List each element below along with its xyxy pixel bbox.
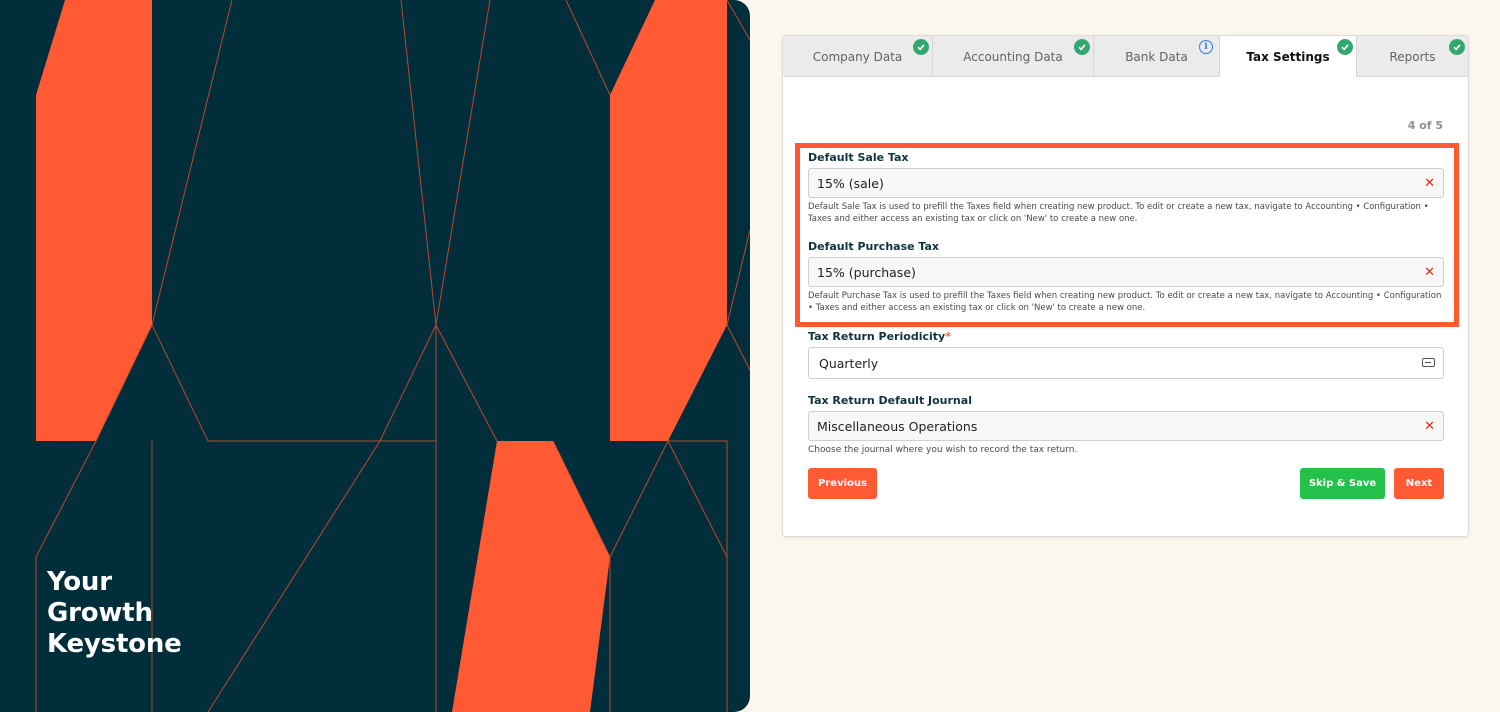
tab-label: Company Data <box>812 49 903 64</box>
tax-return-journal-help: Choose the journal where you wish to rec… <box>808 445 1078 455</box>
check-circle-icon <box>913 39 929 55</box>
keyboard-icon <box>1422 358 1435 367</box>
previous-button[interactable]: Previous <box>808 468 877 499</box>
default-sale-tax-field[interactable]: 15% (sale) ✕ <box>808 168 1444 198</box>
clear-icon[interactable]: ✕ <box>1424 176 1435 191</box>
clear-icon[interactable]: ✕ <box>1424 265 1435 280</box>
tax-return-periodicity-label: Tax Return Periodicity* <box>808 330 951 343</box>
clear-icon[interactable]: ✕ <box>1424 419 1435 434</box>
tax-return-journal-field[interactable]: Miscellaneous Operations ✕ <box>808 411 1444 441</box>
default-sale-tax-label: Default Sale Tax <box>808 151 909 164</box>
orange-shape-left <box>36 0 152 441</box>
check-circle-icon <box>1074 39 1090 55</box>
next-button[interactable]: Next <box>1394 468 1444 499</box>
tab-label: Bank Data <box>1125 49 1188 64</box>
tax-return-journal-label: Tax Return Default Journal <box>808 394 972 407</box>
tab-label: Tax Settings <box>1246 50 1330 64</box>
info-circle-icon: i <box>1199 40 1213 54</box>
tagline-line-1: Your <box>47 567 112 597</box>
tab-label: Accounting Data <box>963 49 1063 64</box>
tab-bank-data[interactable]: Bank Data i <box>1094 36 1220 77</box>
default-sale-tax-value: 15% (sale) <box>817 175 884 191</box>
check-circle-icon <box>1449 39 1465 55</box>
tab-tax-settings[interactable]: Tax Settings <box>1220 36 1357 78</box>
tax-return-periodicity-value: Quarterly <box>819 355 879 371</box>
skip-and-save-button[interactable]: Skip & Save <box>1300 468 1385 499</box>
tax-return-journal-value: Miscellaneous Operations <box>817 418 978 434</box>
tagline-line-3: Keystone <box>47 629 182 659</box>
wizard-tabs: Company Data Accounting Data Bank Data i… <box>783 36 1468 78</box>
default-purchase-tax-label: Default Purchase Tax <box>808 240 940 253</box>
tagline-line-2: Growth <box>47 598 153 628</box>
default-purchase-tax-field[interactable]: 15% (purchase) ✕ <box>808 257 1444 287</box>
tax-return-periodicity-select[interactable]: Quarterly <box>808 347 1444 379</box>
tax-return-periodicity-label-text: Tax Return Periodicity <box>808 330 946 343</box>
step-indicator: 4 of 5 <box>1407 119 1443 132</box>
tax-settings-wizard-card: Company Data Accounting Data Bank Data i… <box>782 35 1469 537</box>
hero-panel: Your Growth Keystone <box>0 0 750 712</box>
tab-company-data[interactable]: Company Data <box>783 36 933 77</box>
hero-tagline: Your Growth Keystone <box>47 567 182 660</box>
tab-label: Reports <box>1389 49 1436 64</box>
orange-shape-right <box>610 0 727 441</box>
required-mark: * <box>945 330 951 343</box>
tab-reports[interactable]: Reports <box>1357 36 1468 77</box>
check-circle-icon <box>1337 39 1353 55</box>
default-purchase-tax-help: Default Purchase Tax is used to prefill … <box>808 291 1442 313</box>
default-purchase-tax-value: 15% (purchase) <box>817 264 916 280</box>
tab-accounting-data[interactable]: Accounting Data <box>933 36 1094 77</box>
default-sale-tax-help: Default Sale Tax is used to prefill the … <box>808 202 1429 224</box>
orange-shape-bottom <box>452 441 610 712</box>
